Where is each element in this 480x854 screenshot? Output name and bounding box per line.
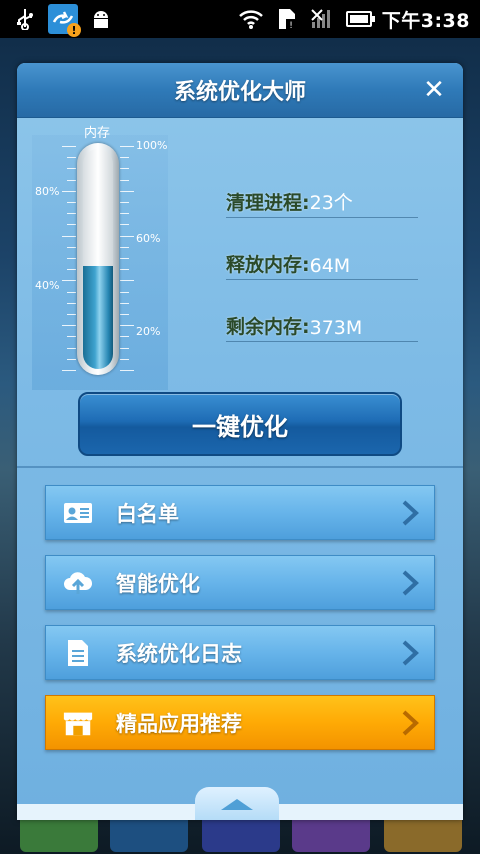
android-debug-icon <box>88 6 114 32</box>
no-signal-icon <box>310 6 336 32</box>
svg-text:!: ! <box>289 21 293 31</box>
menu-item-optimize-log[interactable]: 系统优化日志 <box>45 625 435 680</box>
menu-item-label: 白名单 <box>116 501 179 526</box>
menu-item-label: 系统优化日志 <box>116 641 242 666</box>
document-icon <box>62 637 94 669</box>
wifi-icon <box>238 6 264 32</box>
status-bar: ! ! 下午3:38 <box>0 0 480 38</box>
chevron-right-icon <box>400 639 420 667</box>
menu-item-label: 精品应用推荐 <box>116 711 242 736</box>
chevron-right-icon <box>400 709 420 737</box>
chevron-right-icon <box>400 499 420 527</box>
menu-item-whitelist[interactable]: 白名单 <box>45 485 435 540</box>
expand-tab[interactable] <box>195 787 279 820</box>
sync-notification-icon[interactable]: ! <box>48 4 81 37</box>
chevron-up-icon <box>221 798 253 810</box>
cloud-upload-icon <box>62 567 94 599</box>
menu-item-label: 智能优化 <box>116 571 200 596</box>
divider <box>17 466 463 468</box>
dialog-content: 一键优化 白名单 智能优化 系统优化日志 精品应用推荐 <box>17 63 463 820</box>
usb-icon <box>12 6 38 32</box>
optimize-button-label: 一键优化 <box>192 412 288 441</box>
clock: 下午3:38 <box>381 9 470 32</box>
battery-icon <box>345 6 375 32</box>
warning-icon: ! <box>67 23 81 37</box>
sd-card-icon: ! <box>274 6 300 32</box>
chevron-right-icon <box>400 569 420 597</box>
one-click-optimize-button[interactable]: 一键优化 <box>78 392 402 456</box>
store-icon <box>62 707 94 739</box>
id-card-icon <box>62 497 94 529</box>
menu-item-featured-apps[interactable]: 精品应用推荐 <box>45 695 435 750</box>
menu-item-smart-optimize[interactable]: 智能优化 <box>45 555 435 610</box>
